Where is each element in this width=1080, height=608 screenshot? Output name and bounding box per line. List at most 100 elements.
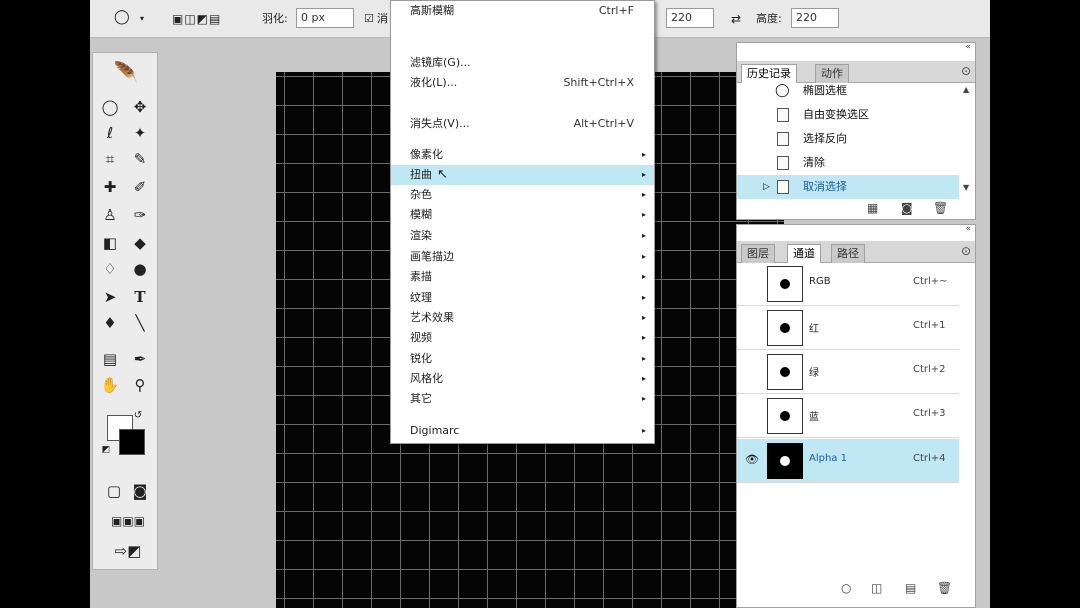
pen-tool-icon[interactable]: ♦ <box>99 313 121 333</box>
tab-paths[interactable]: 路径 <box>831 244 865 263</box>
panel-menu-icon[interactable]: ⊙ <box>961 64 971 78</box>
submenu-arrow-icon: ▸ <box>641 190 646 199</box>
menu-item-liquify[interactable]: 液化(L)... Shift+Ctrl+X <box>391 73 654 93</box>
menu-item-other[interactable]: 其它 ▸ <box>391 389 654 409</box>
history-panel: « 历史记录 动作 ⊙ ◯ 椭圆选框 自由变换选区 选择反向 清除 ▷ 取消选择… <box>736 42 976 220</box>
feather-input[interactable]: 0 px <box>296 8 354 28</box>
brush-tool-icon[interactable]: ✐ <box>129 177 151 197</box>
panel-collapse-icon[interactable]: « <box>965 224 971 234</box>
jump-to-imageready-icon[interactable]: ⇨◩ <box>101 541 155 561</box>
ellipse-marquee-icon[interactable]: ◯ <box>114 8 130 26</box>
history-item[interactable]: 选择反向 <box>737 127 959 151</box>
standard-mode-icon[interactable]: ▢ <box>103 481 125 501</box>
quick-mask-mode-icon[interactable]: ◙ <box>129 481 151 501</box>
save-selection-as-channel-icon[interactable]: ◫ <box>871 581 882 595</box>
new-snapshot-icon[interactable]: ◙ <box>901 201 913 215</box>
history-step-icon <box>777 180 789 194</box>
menu-item-digimarc[interactable]: Digimarc ▸ <box>391 421 654 441</box>
swap-dimensions-icon[interactable]: ⇄ <box>731 10 741 28</box>
history-item[interactable]: ◯ 椭圆选框 <box>737 79 959 103</box>
channels-panel: « 图层 通道 路径 ⊙ RGB Ctrl+~ 红 Ctrl+1 绿 Ctrl+… <box>736 224 976 608</box>
healing-brush-tool-icon[interactable]: ✚ <box>99 177 121 197</box>
marquee-tool-icon[interactable]: ◯ <box>99 97 121 117</box>
submenu-arrow-icon: ▸ <box>641 252 646 261</box>
menu-item-texture[interactable]: 纹理 ▸ <box>391 288 654 308</box>
scroll-down-icon[interactable]: ▼ <box>963 183 969 192</box>
delete-state-icon[interactable]: 🗑 <box>933 201 948 215</box>
menu-item-stylize[interactable]: 风格化 ▸ <box>391 369 654 389</box>
feather-logo-icon: 🪶 <box>113 60 139 84</box>
menu-item-artistic[interactable]: 艺术效果 ▸ <box>391 308 654 328</box>
blur-tool-icon[interactable]: ♢ <box>99 259 121 279</box>
history-brush-tool-icon[interactable]: ✑ <box>129 205 151 225</box>
move-tool-icon[interactable]: ✥ <box>129 97 151 117</box>
history-item[interactable]: 清除 <box>737 151 959 175</box>
feather-label: 羽化: <box>262 12 288 25</box>
menu-item-sharpen[interactable]: 锐化 ▸ <box>391 349 654 369</box>
panel-collapse-icon[interactable]: « <box>965 42 971 52</box>
menu-item-distort[interactable]: 扭曲 ↖ ▸ <box>391 165 654 185</box>
line-tool-icon[interactable]: ╲ <box>129 313 151 333</box>
slice-tool-icon[interactable]: ✎ <box>129 149 151 169</box>
menu-item-vanishing-point[interactable]: 消失点(V)... Alt+Ctrl+V <box>391 114 654 134</box>
history-item[interactable]: 自由变换选区 <box>737 103 959 127</box>
height-input[interactable]: 220 <box>791 8 839 28</box>
submenu-arrow-icon: ▸ <box>641 394 646 403</box>
history-step-icon <box>777 156 789 170</box>
crop-tool-icon[interactable]: ⌗ <box>99 149 121 169</box>
hand-tool-icon[interactable]: ✋ <box>99 375 121 395</box>
channel-row[interactable]: RGB Ctrl+~ <box>737 262 959 306</box>
background-color-swatch[interactable] <box>119 429 145 455</box>
menu-item-blur[interactable]: 模糊 ▸ <box>391 205 654 225</box>
menu-item-video[interactable]: 视频 ▸ <box>391 328 654 348</box>
swap-colors-icon[interactable]: ↺ <box>131 409 145 423</box>
submenu-arrow-icon: ▸ <box>641 313 646 322</box>
notes-tool-icon[interactable]: ▤ <box>99 349 121 369</box>
dodge-tool-icon[interactable]: ● <box>129 259 151 279</box>
menu-item-noise[interactable]: 杂色 ▸ <box>391 185 654 205</box>
tab-layers[interactable]: 图层 <box>741 244 775 263</box>
channel-thumbnail <box>767 354 803 390</box>
channel-row-selected[interactable]: 👁 Alpha 1 Ctrl+4 <box>737 439 959 483</box>
width-input[interactable]: 220 <box>666 8 714 28</box>
menu-item-render[interactable]: 渲染 ▸ <box>391 226 654 246</box>
menu-item-sketch[interactable]: 素描 ▸ <box>391 267 654 287</box>
history-item-selected[interactable]: ▷ 取消选择 <box>737 175 959 199</box>
panel-menu-icon[interactable]: ⊙ <box>961 244 971 258</box>
scroll-up-icon[interactable]: ▲ <box>963 85 969 94</box>
new-channel-icon[interactable]: ▤ <box>905 581 916 595</box>
clone-stamp-tool-icon[interactable]: ♙ <box>99 205 121 225</box>
antialias-checkbox[interactable]: ☑ <box>364 10 374 28</box>
visibility-eye-icon[interactable]: 👁 <box>745 453 759 466</box>
menu-item-brush-strokes[interactable]: 画笔描边 ▸ <box>391 247 654 267</box>
submenu-arrow-icon: ▸ <box>641 293 646 302</box>
history-step-icon <box>777 132 789 146</box>
paint-bucket-tool-icon[interactable]: ◆ <box>129 233 151 253</box>
magic-wand-tool-icon[interactable]: ✦ <box>129 123 151 143</box>
delete-channel-icon[interactable]: 🗑 <box>937 581 952 595</box>
menu-item-pixelate[interactable]: 像素化 ▸ <box>391 145 654 165</box>
zoom-tool-icon[interactable]: ⚲ <box>129 375 151 395</box>
height-label: 高度: <box>756 12 782 25</box>
eyedropper-tool-icon[interactable]: ✒ <box>129 349 151 369</box>
tab-channels[interactable]: 通道 <box>787 244 821 263</box>
tool-palette: 🪶 ◯ ✥ ℓ ✦ ⌗ ✎ ✚ ✐ ♙ ✑ ◧ ◆ ♢ ● ➤ T ♦ ╲ ▤ … <box>92 52 158 570</box>
menu-item-last-filter[interactable]: 高斯模糊 Ctrl+F <box>391 1 654 21</box>
channel-row[interactable]: 蓝 Ctrl+3 <box>737 394 959 438</box>
screen-mode-icons[interactable]: ▣▣▣ <box>101 511 155 531</box>
eraser-tool-icon[interactable]: ◧ <box>99 233 121 253</box>
tool-preset-dropdown-icon[interactable]: ▾ <box>140 10 144 28</box>
load-channel-as-selection-icon[interactable]: ○ <box>841 581 851 595</box>
channel-row[interactable]: 绿 Ctrl+2 <box>737 350 959 394</box>
path-selection-tool-icon[interactable]: ➤ <box>99 287 121 307</box>
menu-item-filter-gallery[interactable]: 滤镜库(G)... <box>391 53 654 73</box>
photoshop-window: ◯ ▾ ▣◫◩▤ 羽化: 0 px ☑ 消 220 ⇄ 高度: 220 🪶 ◯ … <box>90 0 990 608</box>
channel-thumbnail <box>767 443 803 479</box>
type-tool-icon[interactable]: T <box>129 287 151 307</box>
lasso-tool-icon[interactable]: ℓ <box>99 123 121 143</box>
channel-row[interactable]: 红 Ctrl+1 <box>737 306 959 350</box>
new-document-from-state-icon[interactable]: ▦ <box>867 201 878 215</box>
selection-mode-icons[interactable]: ▣◫◩▤ <box>172 10 221 28</box>
submenu-arrow-icon: ▸ <box>641 210 646 219</box>
default-colors-icon[interactable]: ◩ <box>99 443 113 457</box>
